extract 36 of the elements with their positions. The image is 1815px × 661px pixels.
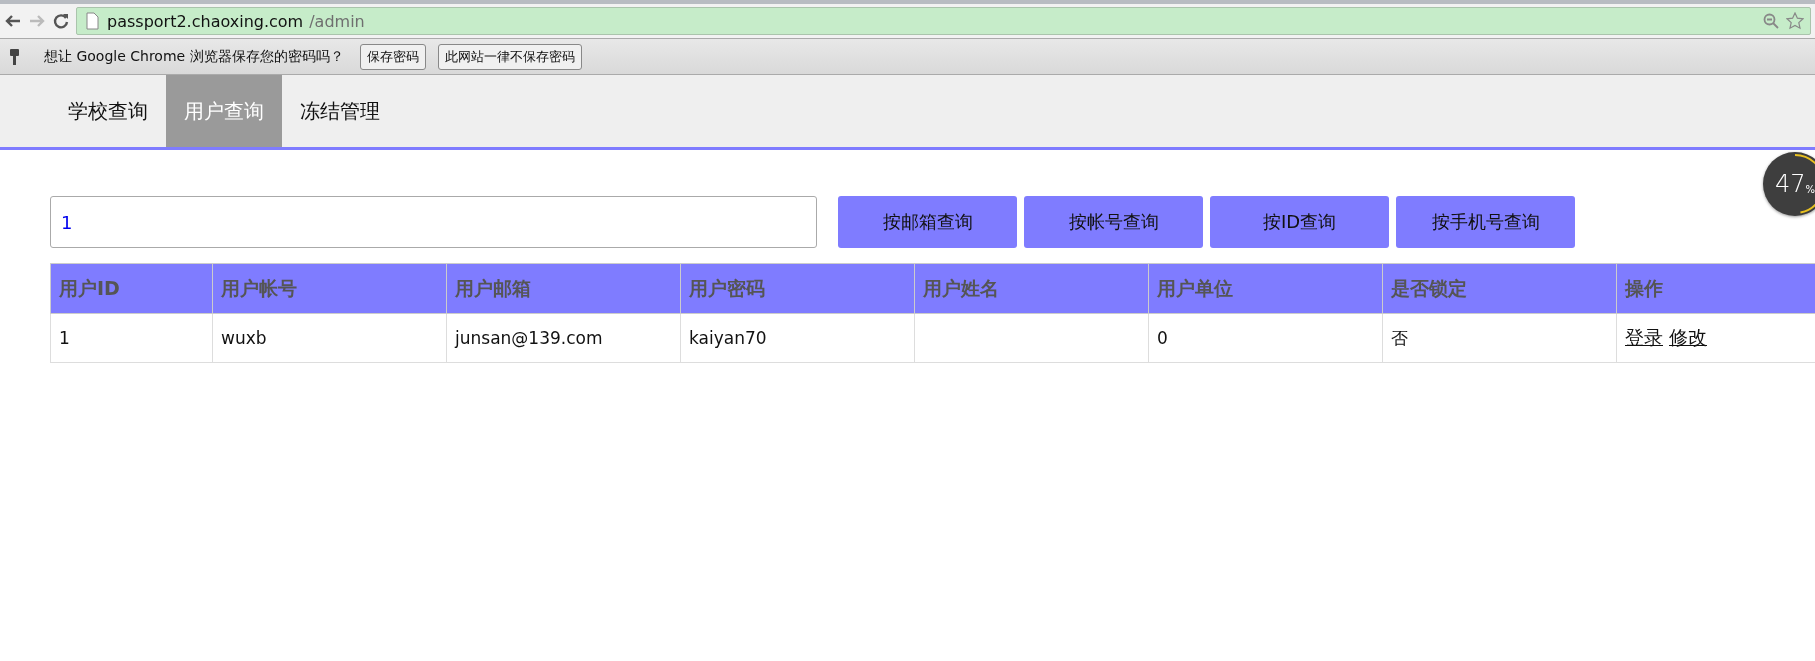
column-header: 用户帐号 [212, 263, 447, 314]
column-header: 是否锁定 [1382, 263, 1617, 314]
query-button[interactable]: 按邮箱查询 [838, 196, 1017, 248]
table-cell: 0 [1157, 328, 1168, 348]
nav-tab[interactable]: 学校查询 [50, 75, 166, 147]
reload-icon[interactable] [52, 12, 70, 30]
table-cell: junsan@139.com [455, 328, 603, 348]
table-cell: wuxb [221, 328, 267, 348]
nav-tab[interactable]: 冻结管理 [282, 75, 398, 147]
table-cell: 1 [59, 328, 70, 348]
page-icon [83, 12, 101, 30]
table-cell: 否 [1391, 327, 1408, 348]
infobar-button[interactable]: 此网站一律不保存密码 [437, 43, 582, 70]
search-field[interactable]: 1 [50, 196, 817, 248]
column-header: 用户ID [50, 263, 213, 314]
memory-widget[interactable]: 47% [1763, 152, 1815, 216]
column-header: 用户邮箱 [446, 263, 681, 314]
url-path: /admin [309, 11, 365, 31]
address-bar[interactable]: passport2.chaoxing.com /admin [76, 7, 1811, 35]
query-button[interactable]: 按手机号查询 [1396, 196, 1575, 248]
action-link[interactable]: 修改 [1669, 326, 1707, 348]
query-button[interactable]: 按ID查询 [1210, 196, 1389, 248]
table-cell: kaiyan70 [689, 328, 767, 348]
save-password-prompt: 想让 Google Chrome 浏览器保存您的密码吗？ [44, 47, 344, 66]
column-header: 用户单位 [1148, 263, 1383, 314]
usage-unit: % [1805, 183, 1815, 195]
column-header: 用户密码 [680, 263, 915, 314]
infobar-button[interactable]: 保存密码 [359, 43, 426, 70]
url-host: passport2.chaoxing.com [107, 11, 304, 31]
usage-value: 47 [1774, 170, 1806, 198]
column-header: 用户姓名 [914, 263, 1149, 314]
query-button[interactable]: 按帐号查询 [1024, 196, 1203, 248]
zoom-icon[interactable] [1762, 12, 1780, 30]
star-icon[interactable] [1786, 12, 1804, 30]
action-link[interactable]: 登录 [1625, 326, 1663, 348]
column-header: 操作 [1616, 263, 1815, 314]
